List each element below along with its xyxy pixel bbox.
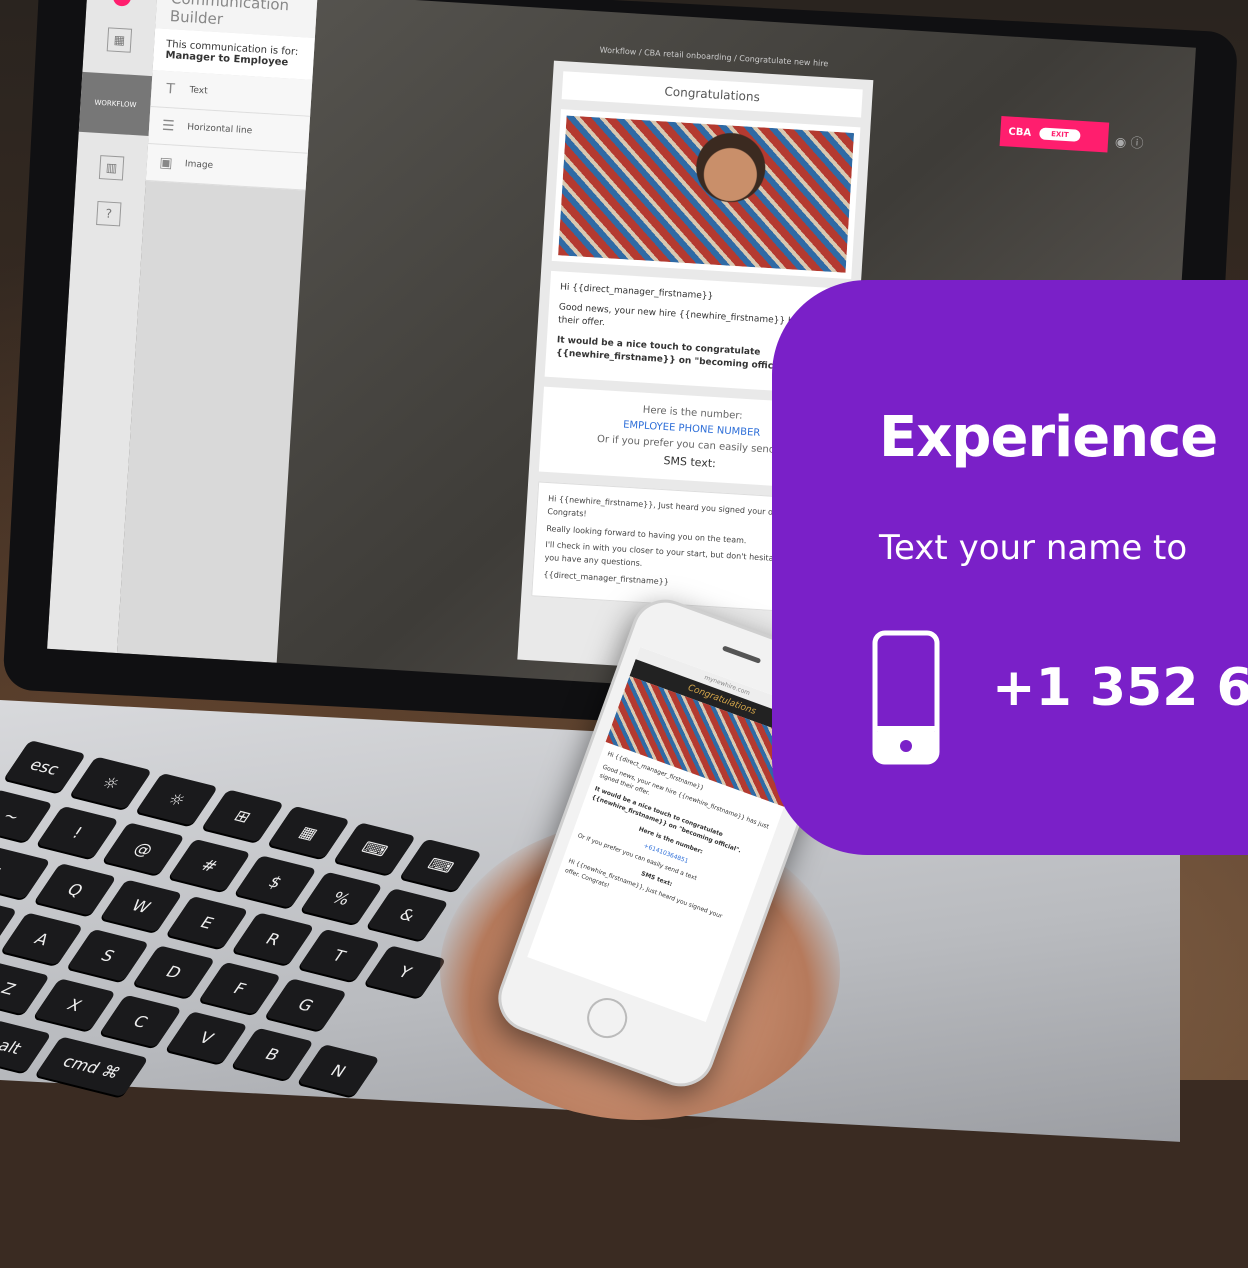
horizontal-line-icon: ☰ <box>161 117 175 135</box>
keyboard-key: A <box>0 912 84 966</box>
keyboard-key: W <box>100 879 183 933</box>
keyboard-key: R <box>232 912 315 966</box>
email-header: Congratulations <box>561 71 863 118</box>
keyboard-key: N <box>297 1044 380 1097</box>
eye-icon[interactable]: ◉ <box>1115 135 1127 151</box>
tool-label: Text <box>189 85 208 97</box>
keyboard-key: E <box>166 895 249 949</box>
brand-logo-icon <box>112 0 132 7</box>
keyboard-key: % <box>300 871 383 925</box>
tool-label: Image <box>184 159 214 171</box>
image-icon: ▣ <box>158 154 174 172</box>
keyboard-key: $ <box>234 855 317 909</box>
keyboard-key: cmd ⌘ <box>35 1036 149 1097</box>
workflow-nav-item[interactable]: WORKFLOW <box>78 71 153 136</box>
text-icon: T <box>165 80 176 98</box>
keyboard-key: Y <box>364 945 447 999</box>
keyboard-key: C <box>99 994 182 1048</box>
help-icon[interactable]: ? <box>96 200 122 227</box>
keyboard-key: # <box>168 838 251 892</box>
keyboard-key: G <box>264 978 348 1032</box>
view-controls: ◉ ⓘ <box>1115 131 1145 152</box>
client-label: CBA <box>1008 125 1032 139</box>
keyboard-key: B <box>231 1027 314 1081</box>
promo-subtitle: Text your name to <box>879 528 1188 568</box>
keyboard-key: S <box>66 928 150 982</box>
keyboard-key: @ <box>102 822 185 876</box>
chart-icon[interactable]: ▥ <box>98 155 125 181</box>
keyboard-key: V <box>165 1011 248 1065</box>
keyboard-key: F <box>198 961 282 1015</box>
home-button <box>581 992 633 1044</box>
workflow-label: WORKFLOW <box>94 98 137 110</box>
promo-phone-number[interactable]: +1 352 6 <box>992 658 1248 718</box>
keyboard-key: X <box>33 978 116 1032</box>
exit-button[interactable]: EXIT <box>1038 127 1081 142</box>
keyboard-key: D <box>132 945 216 999</box>
email-photo <box>551 109 861 280</box>
help-circle-icon[interactable]: ⓘ <box>1130 136 1144 152</box>
client-badge: CBA EXIT <box>999 116 1110 153</box>
keyboard-key: & <box>366 888 449 941</box>
keyboard-key: Q <box>34 863 117 916</box>
phone-speaker <box>721 645 762 664</box>
tool-label: Horizontal line <box>186 122 253 137</box>
keyboard-key: ! <box>36 805 119 859</box>
grid-icon[interactable]: ▦ <box>106 27 133 53</box>
promo-title: Experience <box>879 405 1218 470</box>
smartphone-icon <box>872 630 940 765</box>
keyboard-key: T <box>298 928 381 982</box>
promo-card: Experience Text your name to +1 352 6 <box>772 280 1248 855</box>
